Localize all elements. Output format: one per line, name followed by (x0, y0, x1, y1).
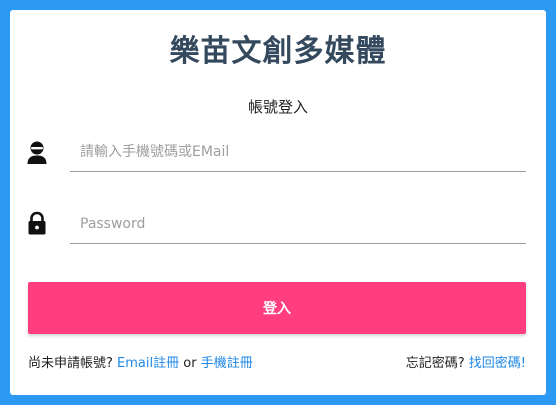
account-field (70, 132, 526, 174)
brand-title: 樂苗文創多媒體 (169, 34, 387, 69)
login-card: 樂苗文創多媒體 帳號登入 登入 尚未申請帳號? Email註冊 or 手機註冊 … (10, 10, 546, 395)
lock-icon (26, 211, 48, 235)
forgot-prompt: 忘記密碼? (405, 356, 465, 371)
email-register-link[interactable]: Email註冊 (117, 356, 179, 371)
forgot-password: 忘記密碼? 找回密碼! (406, 355, 526, 373)
login-section-title: 帳號登入 (247, 98, 308, 116)
phone-register-link[interactable]: 手機註冊 (201, 356, 253, 371)
account-input[interactable] (70, 132, 526, 172)
password-input[interactable] (70, 204, 526, 244)
register-prompt: 尚未申請帳號? (28, 356, 113, 371)
user-icon (26, 141, 48, 165)
register-links: 尚未申請帳號? Email註冊 or 手機註冊 (28, 355, 253, 373)
password-field (70, 204, 526, 246)
login-button[interactable]: 登入 (28, 282, 526, 334)
recover-password-link[interactable]: 找回密碼! (469, 356, 526, 371)
or-text: or (183, 356, 197, 371)
